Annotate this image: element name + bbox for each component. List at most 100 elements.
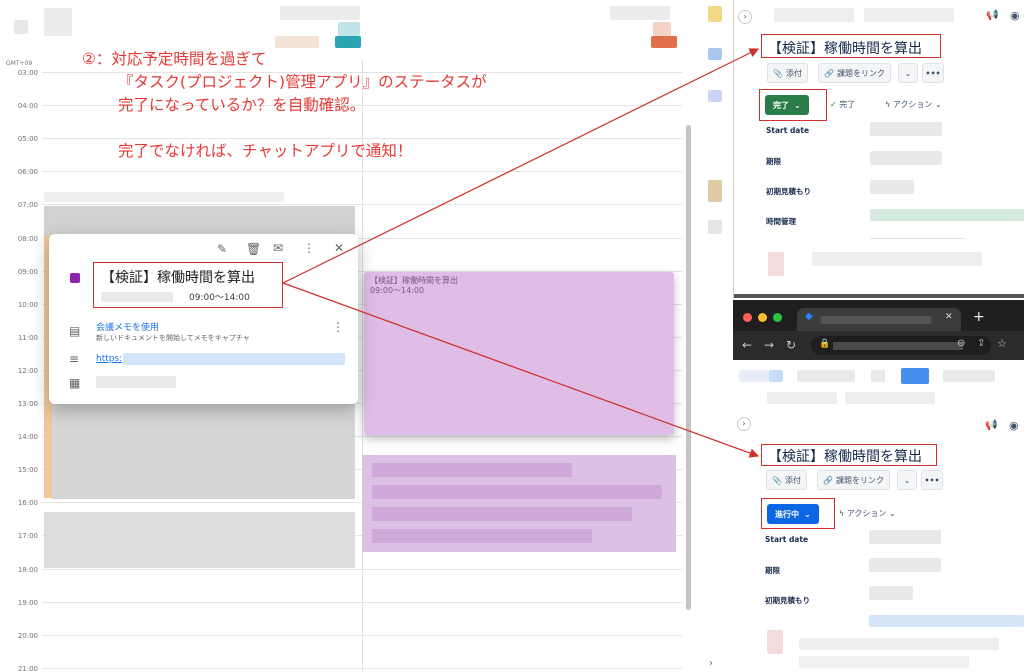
hour-label: 15:00: [17, 466, 38, 475]
link-issue-button[interactable]: 🔗 課題をリンク: [818, 63, 891, 83]
description-icon: ≡: [69, 352, 80, 366]
blurred-event[interactable]: [362, 455, 676, 552]
field-value-blur[interactable]: [869, 558, 941, 572]
more-icon[interactable]: •••: [922, 63, 944, 83]
lightning-icon: ϟ: [839, 509, 845, 518]
more-icon[interactable]: ⋮: [303, 241, 315, 255]
url-blur: [833, 342, 963, 350]
delete-icon[interactable]: 🗑: [246, 242, 261, 256]
hour-label: 03:00: [17, 69, 38, 77]
chevron-down-icon[interactable]: ⌄: [897, 470, 917, 490]
calendar-event[interactable]: 【検証】稼働時間を算出 09:00〜14:00: [364, 272, 674, 435]
menu-icon[interactable]: [14, 20, 28, 34]
tab-title-blur: [821, 316, 931, 324]
edit-icon[interactable]: ✎: [217, 242, 227, 256]
side-icon[interactable]: [708, 180, 722, 202]
highlight-box: [93, 262, 283, 308]
attach-label: 添付: [784, 475, 801, 485]
task-panel-done: › 📢 ◉ 【検証】稼働時間を算出 📎 添付 🔗 課題をリンク ⌄ ••• 完了 ⌄ …: [733, 0, 1024, 298]
field-value-blur[interactable]: [869, 586, 913, 600]
star-icon[interactable]: ☆: [997, 337, 1007, 350]
watch-icon[interactable]: ◉: [1010, 9, 1020, 22]
hour-label: 19:00: [17, 598, 38, 607]
back-icon[interactable]: ←: [742, 338, 752, 352]
action-button[interactable]: ϟ アクション ⌄: [839, 508, 896, 519]
date-chip: [338, 22, 360, 36]
minimize-window-button[interactable]: [758, 313, 767, 322]
check-icon: ✓: [830, 100, 837, 109]
blurred-link: [123, 353, 345, 365]
done-check[interactable]: ✓ 完了: [830, 99, 855, 110]
blurred-text: [812, 252, 982, 266]
blurred-text: [871, 370, 885, 382]
zoom-icon[interactable]: ⊖: [957, 338, 965, 349]
email-icon[interactable]: ✉: [273, 241, 283, 255]
expand-icon[interactable]: ›: [737, 417, 751, 431]
share-icon[interactable]: ⇪: [977, 338, 985, 349]
reload-icon[interactable]: ↻: [786, 338, 796, 352]
hour-label: 20:00: [17, 631, 38, 640]
time-tracking-bar[interactable]: [870, 209, 1024, 221]
blurred-event[interactable]: [44, 206, 355, 236]
blurred-event[interactable]: [52, 404, 355, 499]
announcement-icon[interactable]: 📢: [985, 420, 997, 431]
browser-window: ◆ ✕ + ← → ↻ 🔒 ⊖ ⇪ ☆ › 📢 ◉ 【検証】稼働時間を算出 📎 添…: [733, 300, 1024, 672]
field-start-date: Start date: [765, 535, 809, 544]
meeting-notes-link[interactable]: 会議メモを使用: [96, 320, 159, 333]
annotation-note: ②：対応予定時間を過ぎて 『タスク(プロジェクト)管理アプリ』のステータスが 完…: [82, 48, 487, 163]
new-tab-icon[interactable]: +: [973, 309, 985, 325]
side-icon[interactable]: [708, 48, 722, 60]
attach-button[interactable]: 📎 添付: [766, 470, 807, 490]
forward-icon[interactable]: →: [764, 338, 774, 352]
description-link[interactable]: https:: [96, 354, 122, 364]
link-issue-button[interactable]: 🔗 課題をリンク: [817, 470, 890, 490]
breadcrumb-blur: [845, 392, 935, 404]
scrollbar[interactable]: [686, 125, 691, 610]
close-icon[interactable]: ✕: [334, 241, 344, 255]
highlight-box: [759, 89, 827, 121]
lock-icon: 🔒: [819, 339, 831, 349]
blurred-text: [372, 507, 632, 521]
hour-label: 12:00: [17, 366, 38, 375]
side-icon[interactable]: [708, 6, 722, 22]
action-label: アクション: [846, 509, 887, 518]
maximize-window-button[interactable]: [773, 313, 782, 322]
chevron-right-icon[interactable]: ›: [709, 658, 713, 669]
jira-icon: ◆: [805, 311, 813, 322]
window-edge: [734, 294, 1024, 298]
action-button[interactable]: ϟ アクション ⌄: [885, 99, 942, 110]
paperclip-icon: 📎: [773, 68, 783, 78]
side-icon[interactable]: [708, 220, 722, 234]
browser-tab[interactable]: ◆ ✕: [797, 308, 961, 331]
time-tracking-bar[interactable]: [869, 615, 1024, 627]
field-value-blur[interactable]: [870, 122, 942, 136]
hour-label: 08:00: [17, 234, 38, 243]
more-icon[interactable]: ⋮: [332, 320, 344, 334]
today-date[interactable]: [335, 36, 361, 48]
chevron-down-icon[interactable]: ⌄: [898, 63, 918, 83]
side-icon[interactable]: [708, 90, 722, 102]
blurred-button[interactable]: [901, 368, 929, 384]
date-chip: [275, 36, 319, 48]
hour-label: 17:00: [17, 532, 38, 541]
close-window-button[interactable]: [743, 313, 752, 322]
highlight-box: [761, 34, 941, 58]
expand-icon[interactable]: ›: [738, 10, 752, 24]
field-value-blur[interactable]: [870, 180, 914, 194]
hour-label: 14:00: [17, 433, 38, 442]
attach-button[interactable]: 📎 添付: [767, 63, 808, 83]
blurred-event[interactable]: [44, 512, 355, 568]
hour-label: 07:00: [17, 201, 38, 210]
close-tab-icon[interactable]: ✕: [945, 312, 953, 322]
field-estimate: 初期見積もり: [765, 596, 810, 605]
hour-label: 06:00: [17, 168, 38, 177]
field-value-blur[interactable]: [870, 151, 942, 165]
announcement-icon[interactable]: 📢: [986, 10, 998, 21]
more-icon[interactable]: •••: [921, 470, 943, 490]
blurred-text: [372, 529, 592, 543]
date-chip: [651, 36, 677, 48]
field-start-date: Start date: [766, 126, 810, 135]
paperclip-icon: 📎: [772, 475, 782, 485]
field-value-blur[interactable]: [869, 530, 941, 544]
watch-icon[interactable]: ◉: [1009, 419, 1019, 432]
